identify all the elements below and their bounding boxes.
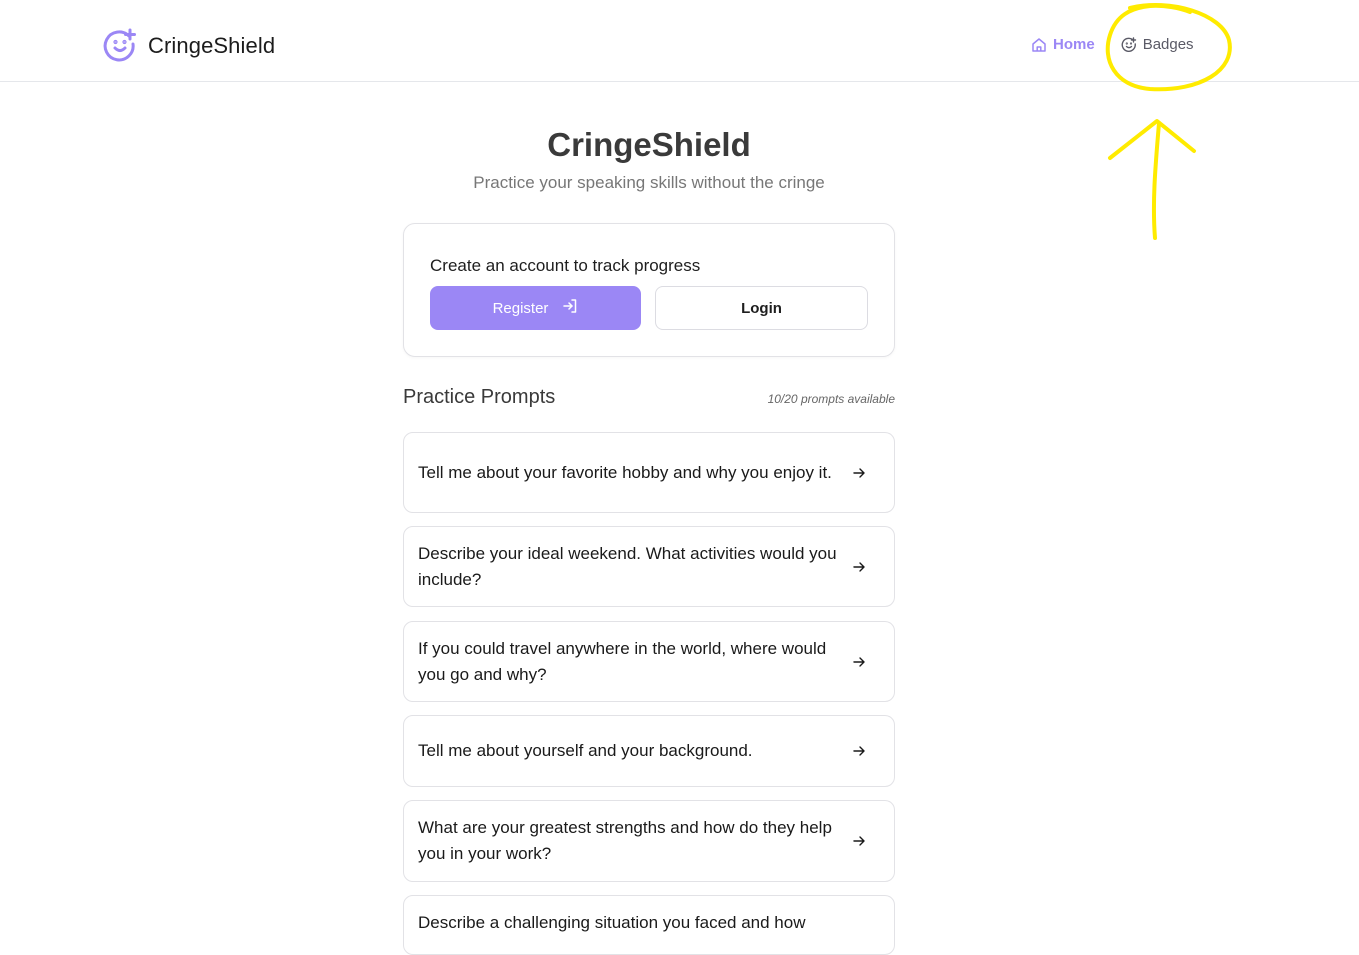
top-navbar: CringeShield Home Badges (0, 0, 1359, 82)
arrow-right-icon (852, 655, 866, 669)
prompts-count: 10/20 prompts available (767, 392, 895, 406)
arrow-right-icon (852, 834, 866, 848)
arrow-right-icon (852, 744, 866, 758)
log-in-icon (562, 298, 578, 318)
prompt-card[interactable]: What are your greatest strengths and how… (403, 800, 895, 882)
prompt-card[interactable]: Describe a challenging situation you fac… (403, 895, 895, 955)
account-card-title: Create an account to track progress (430, 256, 701, 275)
nav-badges-link[interactable]: Badges (1121, 36, 1194, 53)
prompt-text: Describe your ideal weekend. What activi… (418, 543, 837, 589)
prompt-text: Describe a challenging situation you fac… (418, 913, 806, 932)
prompt-card[interactable]: Tell me about your favorite hobby and wh… (403, 432, 895, 513)
page-subtitle: Practice your speaking skills without th… (473, 173, 825, 192)
register-button[interactable]: Register (430, 286, 641, 330)
brand-logo-link[interactable]: CringeShield (103, 28, 275, 64)
main-nav: Home Badges (1031, 36, 1194, 53)
register-button-label: Register (492, 299, 549, 317)
prompt-card[interactable]: If you could travel anywhere in the worl… (403, 621, 895, 702)
home-icon (1031, 37, 1047, 53)
prompt-card[interactable]: Tell me about yourself and your backgrou… (403, 715, 895, 787)
prompt-text: Tell me about yourself and your backgrou… (418, 741, 753, 760)
nav-home-link[interactable]: Home (1031, 36, 1095, 53)
page-title: CringeShield (547, 126, 751, 163)
prompts-section-title: Practice Prompts (403, 386, 556, 408)
arrow-right-icon (852, 466, 866, 480)
smile-plus-icon (103, 28, 139, 64)
nav-home-label: Home (1053, 36, 1095, 53)
login-button[interactable]: Login (655, 286, 868, 330)
smile-plus-icon (1121, 36, 1137, 53)
prompt-text: What are your greatest strengths and how… (418, 818, 832, 863)
nav-badges-label: Badges (1142, 36, 1194, 53)
arrow-right-icon (852, 560, 866, 574)
account-card: Create an account to track progress Regi… (403, 223, 895, 357)
brand-name: CringeShield (148, 33, 276, 58)
prompts-section-header: Practice Prompts 10/20 prompts available (403, 386, 895, 414)
prompt-text: Tell me about your favorite hobby and wh… (418, 462, 832, 482)
prompt-card[interactable]: Describe your ideal weekend. What activi… (403, 526, 895, 607)
prompt-text: If you could travel anywhere in the worl… (418, 638, 827, 684)
login-button-label: Login (741, 299, 782, 317)
